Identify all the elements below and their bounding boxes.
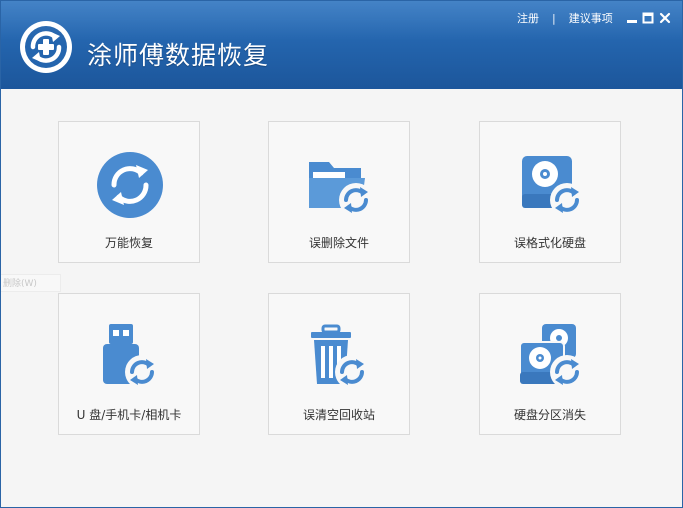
tile-label: U 盘/手机卡/相机卡 (76, 408, 182, 422)
app-window: 涂师傅数据恢复 注册 | 建议事项 删除(W) 万能恢复 误删除文件 误格式化硬… (0, 0, 683, 508)
title-bar: 涂师傅数据恢复 注册 | 建议事项 (1, 1, 682, 89)
tile-label: 万能恢复 (104, 236, 153, 250)
tile-label: 硬盘分区消失 (513, 408, 586, 422)
feedback-link[interactable]: 建议事项 (569, 10, 613, 26)
tile-label: 误格式化硬盘 (513, 236, 586, 250)
maximize-icon[interactable] (641, 11, 655, 25)
usb-drive-icon (103, 324, 159, 389)
close-icon[interactable] (658, 11, 672, 25)
formatted-disk-icon (522, 156, 584, 217)
minimize-icon[interactable] (625, 11, 639, 25)
universal-recovery-icon (97, 152, 163, 218)
tile-recycle-bin[interactable]: 误清空回收站 (268, 293, 410, 435)
tile-usb-card[interactable]: U 盘/手机卡/相机卡 (58, 293, 200, 435)
recycle-bin-icon (311, 324, 369, 389)
lost-partition-icon (519, 324, 584, 389)
deleted-folder-icon (309, 162, 373, 217)
ghost-text: 删除(W) (1, 274, 61, 292)
tile-label: 误清空回收站 (302, 408, 375, 422)
app-logo-icon (20, 21, 72, 73)
tile-universal-recovery[interactable]: 万能恢复 (58, 121, 200, 263)
header-links: 注册 | 建议事项 (517, 10, 613, 26)
register-link[interactable]: 注册 (517, 10, 539, 26)
tile-formatted-disk[interactable]: 误格式化硬盘 (479, 121, 621, 263)
app-title: 涂师傅数据恢复 (87, 41, 270, 70)
header-link-separator: | (552, 11, 556, 25)
tile-lost-partition[interactable]: 硬盘分区消失 (479, 293, 621, 435)
tile-label: 误删除文件 (308, 236, 369, 250)
tile-deleted-files[interactable]: 误删除文件 (268, 121, 410, 263)
